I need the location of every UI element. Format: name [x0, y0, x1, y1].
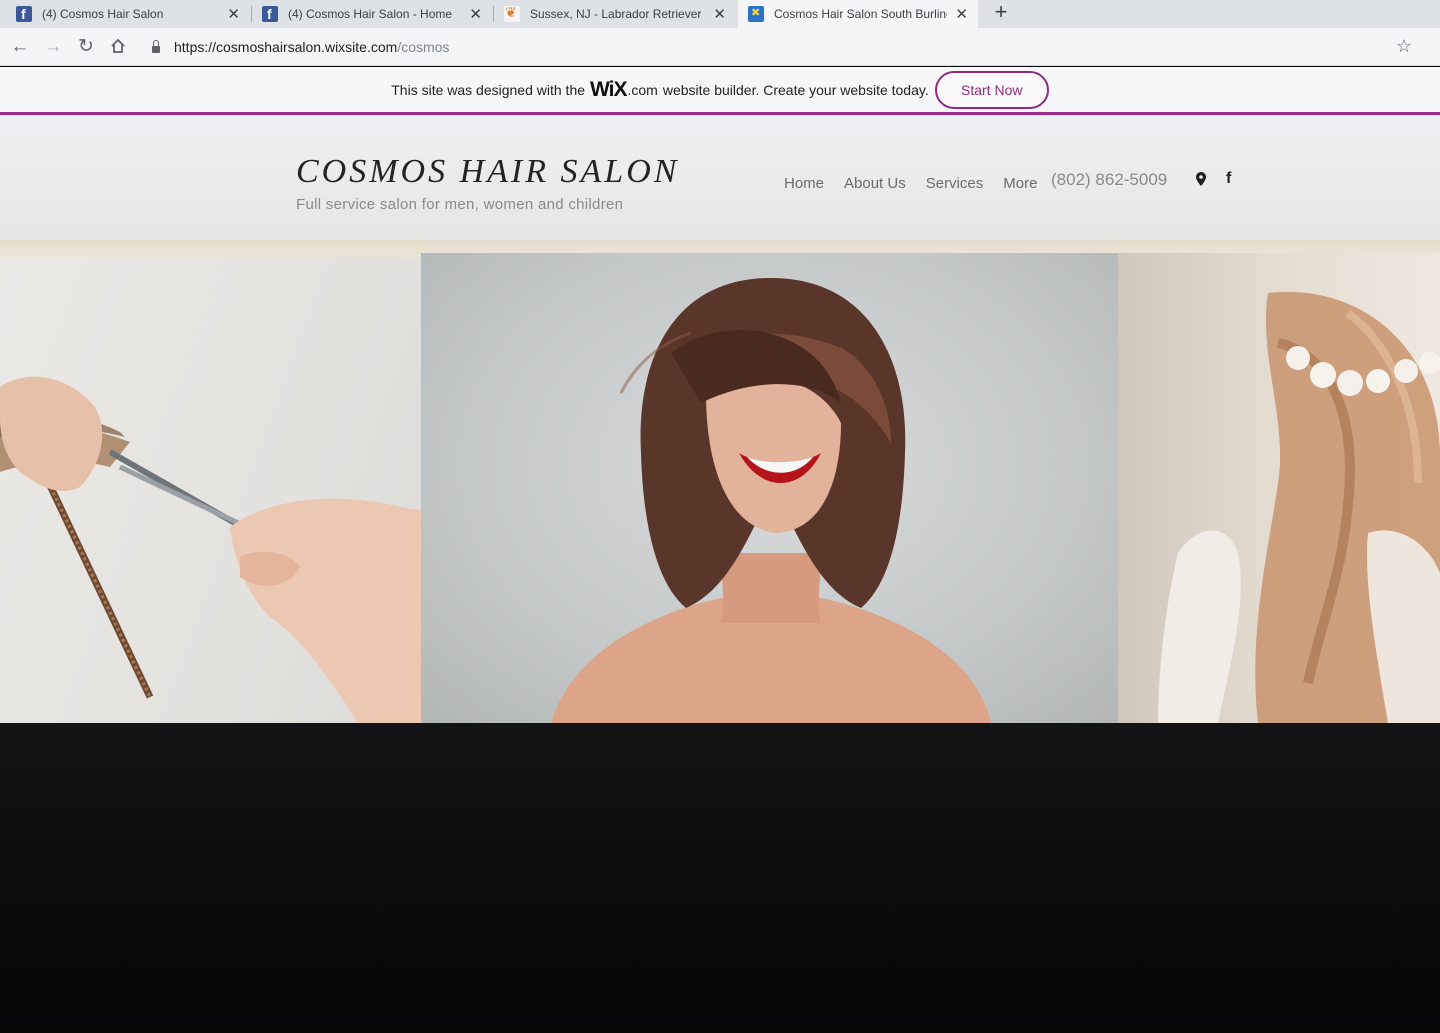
woman-portrait-illustration: [551, 278, 991, 723]
nav-about-us[interactable]: About Us: [844, 175, 906, 192]
tab-title: Cosmos Hair Salon South Burling: [774, 7, 948, 21]
wix-banner-text-2: website builder. Create your website tod…: [662, 81, 929, 98]
laughing-woman-bob-image[interactable]: [421, 253, 1125, 723]
monitor-bezel: [0, 723, 1440, 1033]
home-icon[interactable]: [108, 37, 128, 57]
browser-toolbar: ← → ↻ https://cosmoshairsalon.wixsite.co…: [0, 28, 1440, 66]
bookmark-star-icon[interactable]: ☆: [1396, 36, 1412, 57]
url-path: /cosmos: [397, 39, 450, 55]
nav-more[interactable]: More: [1003, 175, 1037, 192]
back-icon[interactable]: ←: [10, 37, 30, 57]
haircut-scissors-image[interactable]: [0, 257, 432, 723]
tab-title: (4) Cosmos Hair Salon: [42, 7, 164, 21]
lock-icon: [152, 39, 160, 53]
nav-services[interactable]: Services: [926, 175, 984, 192]
tab-strip: (4) Cosmos Hair Salon ✕ (4) Cosmos Hair …: [0, 0, 1440, 28]
page-viewport: This site was designed with the WiX .com…: [0, 67, 1440, 723]
wix-x-icon: [748, 6, 764, 22]
tab-cosmos-wix[interactable]: Cosmos Hair Salon South Burling ✕: [738, 0, 978, 28]
close-icon[interactable]: ✕: [713, 5, 726, 23]
tab-title: (4) Cosmos Hair Salon - Home: [288, 7, 453, 21]
address-bar[interactable]: https://cosmoshairsalon.wixsite.com /cos…: [140, 32, 1426, 62]
tab-cosmos-salon[interactable]: (4) Cosmos Hair Salon ✕: [6, 0, 250, 28]
wix-banner-text: This site was designed with the: [391, 81, 586, 98]
flower-crown-illustration: [1158, 291, 1440, 723]
close-icon[interactable]: ✕: [227, 5, 240, 23]
paw-icon: [504, 4, 520, 22]
tab-labrador[interactable]: Sussex, NJ - Labrador Retriever ✕: [494, 0, 736, 28]
facebook-icon: [16, 6, 32, 22]
tab-title: Sussex, NJ - Labrador Retriever: [530, 7, 702, 21]
scissors-illustration: [0, 376, 432, 723]
site-title[interactable]: COSMOS HAIR SALON: [296, 153, 679, 191]
forward-icon[interactable]: →: [43, 37, 63, 57]
screen: (4) Cosmos Hair Salon ✕ (4) Cosmos Hair …: [0, 0, 1440, 1033]
close-icon[interactable]: ✕: [955, 5, 968, 23]
tab-cosmos-salon-home[interactable]: (4) Cosmos Hair Salon - Home ✕: [252, 0, 492, 28]
facebook-icon[interactable]: f: [1226, 170, 1231, 188]
start-now-button[interactable]: Start Now: [934, 70, 1049, 109]
new-tab-button[interactable]: +: [990, 0, 1012, 28]
close-icon[interactable]: ✕: [469, 5, 482, 23]
site-subtitle: Full service salon for men, women and ch…: [296, 196, 624, 213]
flower-crown-hair-image[interactable]: [1118, 253, 1440, 723]
wix-ad-banner: This site was designed with the WiX .com…: [0, 67, 1440, 115]
reload-icon[interactable]: ↻: [76, 37, 96, 57]
url-host: https://cosmoshairsalon.wixsite.com: [174, 39, 398, 55]
facebook-icon: [262, 6, 278, 22]
site-nav: Home About Us Services More: [784, 175, 1037, 192]
wix-logo[interactable]: WiX: [590, 78, 627, 102]
hero-gallery: [0, 253, 1440, 723]
wix-domain: .com: [627, 81, 658, 98]
phone-number[interactable]: (802) 862-5009: [1051, 170, 1167, 190]
nav-home[interactable]: Home: [784, 175, 824, 192]
site-header: COSMOS HAIR SALON Full service salon for…: [0, 118, 1440, 240]
map-pin-icon[interactable]: [1196, 172, 1206, 186]
